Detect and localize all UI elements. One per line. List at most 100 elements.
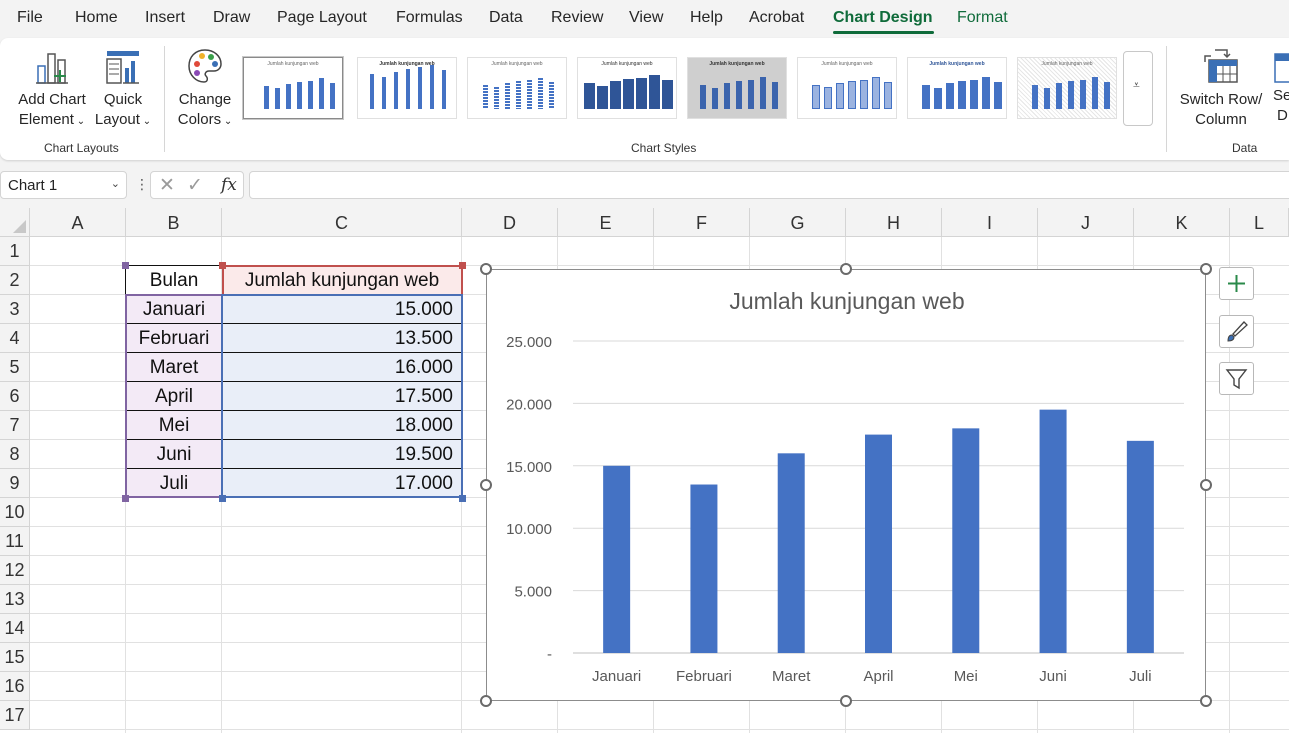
y-tick-label: 25.000 [506, 334, 552, 351]
row-header-7[interactable]: 7 [0, 411, 30, 440]
x-tick-label: Juli [1129, 668, 1152, 685]
name-box[interactable]: Chart 1 ⌄ [0, 171, 127, 199]
tab-view[interactable]: View [629, 9, 663, 27]
resize-handle-top[interactable] [840, 263, 852, 275]
tab-review[interactable]: Review [551, 9, 603, 27]
column-header-c[interactable]: C [222, 208, 462, 237]
tab-help[interactable]: Help [690, 9, 723, 27]
chart-style-8[interactable]: Jumlah kunjungan web [1017, 57, 1117, 119]
tab-chart-design[interactable]: Chart Design [833, 9, 933, 27]
row-header-5[interactable]: 5 [0, 353, 30, 382]
y-tick-label: - [547, 646, 552, 663]
grid-line [1229, 237, 1230, 733]
bar-mei[interactable] [952, 428, 980, 653]
enter-icon[interactable]: ✓ [187, 174, 203, 197]
tab-page-layout[interactable]: Page Layout [277, 9, 367, 27]
bar-januari[interactable] [603, 465, 631, 653]
column-header-j[interactable]: J [1038, 208, 1134, 237]
quick-layout-icon [106, 51, 139, 84]
x-tick-label: Juni [1039, 668, 1067, 685]
tab-data[interactable]: Data [489, 9, 523, 27]
chart-style-7[interactable]: Jumlah kunjungan web [907, 57, 1007, 119]
tab-file[interactable]: File [17, 9, 43, 27]
resize-handle-right[interactable] [1200, 479, 1212, 491]
bar-februari[interactable] [690, 484, 718, 653]
chevron-down-icon[interactable]: ⌄ [111, 177, 120, 190]
group-separator [164, 46, 165, 152]
column-header-h[interactable]: H [846, 208, 942, 237]
bar-april[interactable] [865, 434, 892, 653]
change-colors-button[interactable]: Change Colors ⌄ [172, 46, 238, 132]
row-header-1[interactable]: 1 [0, 237, 30, 266]
chart-style-3[interactable]: Jumlah kunjungan web [467, 57, 567, 119]
tab-formulas[interactable]: Formulas [396, 9, 463, 27]
resize-handle-left[interactable] [480, 479, 492, 491]
row-header-2[interactable]: 2 [0, 266, 30, 295]
column-header-f[interactable]: F [654, 208, 750, 237]
x-tick-label: Maret [772, 668, 811, 685]
grid-line [30, 729, 1289, 730]
chart-style-6[interactable]: Jumlah kunjungan web [797, 57, 897, 119]
column-header-e[interactable]: E [558, 208, 654, 237]
row-header-14[interactable]: 14 [0, 614, 30, 643]
resize-handle-bottom-left[interactable] [480, 695, 492, 707]
y-tick-label: 10.000 [506, 521, 552, 538]
cancel-icon[interactable]: ✕ [159, 174, 175, 197]
chart-style-1[interactable]: Jumlah kunjungan web [242, 56, 344, 120]
insert-function-icon[interactable]: fx [221, 175, 237, 195]
chart-style-2[interactable]: Jumlah kunjungan web [357, 57, 457, 119]
tab-insert[interactable]: Insert [145, 9, 185, 27]
chart-elements-button[interactable] [1219, 267, 1254, 300]
resize-handle-bottom[interactable] [840, 695, 852, 707]
chart-styles-button[interactable] [1219, 315, 1254, 348]
select-all-button[interactable] [0, 208, 30, 237]
column-chart[interactable]: Jumlah kunjungan web - 5.000 10.000 15.000 20… [486, 269, 1206, 701]
bar-maret[interactable] [777, 453, 805, 653]
tab-format[interactable]: Format [957, 9, 1008, 27]
row-header-4[interactable]: 4 [0, 324, 30, 353]
row-header-16[interactable]: 16 [0, 672, 30, 701]
quick-layout-button[interactable]: Quick Layout ⌄ [92, 46, 154, 132]
row-header-17[interactable]: 17 [0, 701, 30, 730]
tab-home[interactable]: Home [75, 9, 118, 27]
chart-title[interactable]: Jumlah kunjungan web [729, 288, 964, 314]
chart-styles-more-button[interactable]: ⩡ [1123, 51, 1153, 126]
chart-style-5[interactable]: Jumlah kunjungan web [687, 57, 787, 119]
chart-style-4[interactable]: Jumlah kunjungan web [577, 57, 677, 119]
row-header-8[interactable]: 8 [0, 440, 30, 469]
resize-handle-bottom-right[interactable] [1200, 695, 1212, 707]
row-header-3[interactable]: 3 [0, 295, 30, 324]
row-header-10[interactable]: 10 [0, 498, 30, 527]
column-header-g[interactable]: G [750, 208, 846, 237]
column-header-l[interactable]: L [1230, 208, 1289, 237]
resize-handle-top-right[interactable] [1200, 263, 1212, 275]
x-tick-label: April [863, 668, 893, 685]
more-options-icon[interactable]: ⋮ [135, 176, 149, 193]
chart-filters-button[interactable] [1219, 362, 1254, 395]
add-chart-element-button[interactable]: Add Chart Element ⌄ [12, 46, 92, 132]
row-header-11[interactable]: 11 [0, 527, 30, 556]
bar-juli[interactable] [1126, 440, 1154, 653]
cell-b2[interactable]: Bulan [126, 266, 222, 295]
tab-acrobat[interactable]: Acrobat [749, 9, 804, 27]
y-tick-label: 5.000 [514, 584, 552, 601]
row-header-9[interactable]: 9 [0, 469, 30, 498]
resize-handle-top-left[interactable] [480, 263, 492, 275]
column-header-d[interactable]: D [462, 208, 558, 237]
row-header-6[interactable]: 6 [0, 382, 30, 411]
tab-draw[interactable]: Draw [213, 9, 250, 27]
switch-row-column-button[interactable]: Switch Row/ Column [1176, 46, 1266, 130]
quick-layout-label: Quick [103, 91, 143, 108]
column-header-b[interactable]: B [126, 208, 222, 237]
row-header-13[interactable]: 13 [0, 585, 30, 614]
bar-juni[interactable] [1039, 409, 1067, 653]
column-header-i[interactable]: I [942, 208, 1038, 237]
column-header-a[interactable]: A [30, 208, 126, 237]
column-header-k[interactable]: K [1134, 208, 1230, 237]
row-header-15[interactable]: 15 [0, 643, 30, 672]
select-data-button[interactable]: Se D [1267, 46, 1289, 126]
change-colors-label-2: Colors [177, 111, 222, 128]
formula-input[interactable] [249, 171, 1289, 199]
row-header-12[interactable]: 12 [0, 556, 30, 585]
group-separator [1166, 46, 1167, 152]
